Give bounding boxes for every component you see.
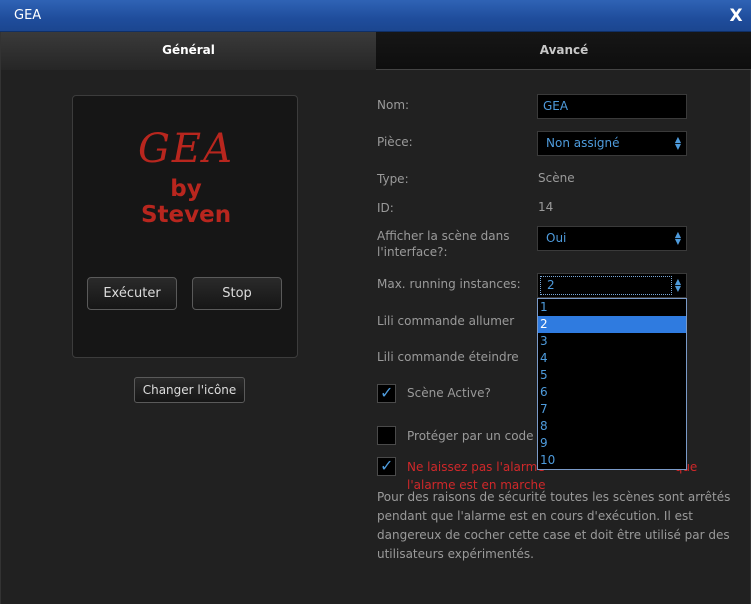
- show-in-interface-select[interactable]: Oui ▲ ▼: [537, 226, 687, 251]
- checkmark-icon: ✓: [380, 456, 394, 475]
- checkmark-icon: ✓: [380, 383, 394, 402]
- scene-icon: GEA by Steven: [73, 126, 299, 228]
- dropdown-option[interactable]: 10: [538, 452, 686, 469]
- show-label-line2: l'interface?:: [377, 245, 448, 259]
- dropdown-option[interactable]: 1: [538, 299, 686, 316]
- execute-button[interactable]: Exécuter: [87, 277, 177, 310]
- dropdown-option[interactable]: 6: [538, 384, 686, 401]
- max-instances-value: 2: [540, 276, 672, 295]
- select-arrows-icon: ▲ ▼: [674, 277, 681, 293]
- type-label: Type:: [377, 172, 409, 186]
- title-bar: GEA X: [0, 0, 751, 32]
- dropdown-option[interactable]: 8: [538, 418, 686, 435]
- alarm-label-line1-left: Ne laissez pas l'alarme: [407, 460, 545, 474]
- show-label-line1: Afficher la scène dans: [377, 229, 510, 243]
- logo-by: by: [170, 176, 202, 202]
- select-arrows-icon: ▲ ▼: [674, 230, 681, 246]
- max-instances-label: Max. running instances:: [377, 277, 521, 291]
- id-label: ID:: [377, 201, 394, 215]
- dropdown-option-selected[interactable]: 2: [538, 316, 686, 333]
- close-icon[interactable]: X: [724, 4, 748, 28]
- dropdown-option[interactable]: 5: [538, 367, 686, 384]
- lili-on-label: Lili commande allumer: [377, 314, 515, 328]
- max-instances-dropdown: 1 2 3 4 5 6 7 8 9 10: [537, 298, 687, 470]
- protect-pin-label: Protéger par un code P: [407, 429, 545, 443]
- alarm-info-text: Pour des raisons de sécurité toutes les …: [377, 490, 731, 561]
- dropdown-option[interactable]: 4: [538, 350, 686, 367]
- room-select-value: Non assigné: [546, 136, 620, 150]
- logo-text: GEA: [137, 126, 235, 172]
- dropdown-option[interactable]: 7: [538, 401, 686, 418]
- alarm-checkbox[interactable]: ✓: [377, 456, 396, 476]
- tab-general[interactable]: Général: [1, 32, 376, 70]
- dropdown-option[interactable]: 9: [538, 435, 686, 452]
- select-arrows-icon: ▲ ▼: [674, 135, 681, 151]
- logo-author: Steven: [140, 202, 232, 228]
- id-value: 14: [538, 200, 554, 214]
- name-label: Nom:: [377, 98, 410, 112]
- change-icon-button[interactable]: Changer l'icône: [134, 377, 245, 403]
- type-value: Scène: [538, 171, 575, 185]
- tab-bar: Général Avancé: [1, 32, 751, 70]
- scene-active-checkbox[interactable]: ✓: [377, 383, 396, 403]
- room-label: Pièce:: [377, 135, 413, 149]
- stop-button[interactable]: Stop: [192, 277, 282, 310]
- show-in-interface-label: Afficher la scène dans l'interface?:: [377, 228, 510, 260]
- lili-off-label: Lili commande éteindre: [377, 350, 519, 364]
- tab-advanced[interactable]: Avancé: [376, 32, 751, 70]
- room-select[interactable]: Non assigné ▲ ▼: [537, 131, 687, 156]
- show-select-value: Oui: [546, 231, 567, 245]
- scene-dialog: Général Avancé GEA by Steven Exécuter St…: [0, 32, 751, 604]
- scene-active-label: Scène Active?: [407, 386, 491, 400]
- protect-pin-checkbox[interactable]: [377, 426, 396, 445]
- name-field[interactable]: GEA: [537, 94, 687, 119]
- scene-icon-panel: GEA by Steven Exécuter Stop: [72, 95, 298, 358]
- window-title: GEA: [14, 8, 42, 23]
- max-instances-select[interactable]: 2 ▲ ▼: [537, 273, 687, 298]
- dropdown-option[interactable]: 3: [538, 333, 686, 350]
